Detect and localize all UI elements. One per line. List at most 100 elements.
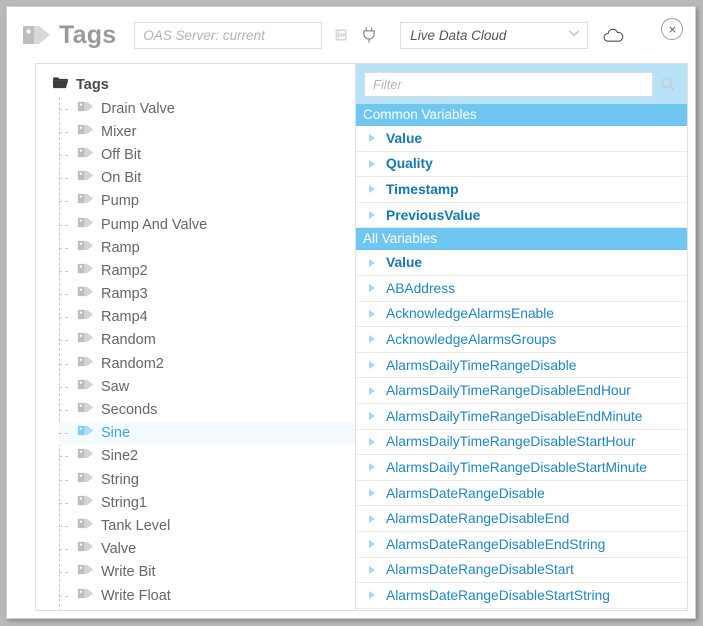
data-source-selected-label: Live Data Cloud <box>410 27 507 43</box>
tree-item[interactable]: Random <box>59 329 355 352</box>
page-title: Tags <box>59 20 117 49</box>
server-icon[interactable] <box>328 21 354 49</box>
tree-root-node[interactable]: Tags <box>36 73 355 97</box>
variable-label: AlarmsDailyTimeRangeDisableStartMinute <box>386 459 647 475</box>
variable-label: AlarmsDailyTimeRangeDisableEndHour <box>386 383 631 399</box>
tag-tree-panel[interactable]: Tags Drain Valve Mixer Off Bit On Bit Pump Pu… <box>35 63 355 611</box>
tree-item[interactable]: Ramp <box>59 236 355 259</box>
tree-item[interactable]: Off Bit <box>59 143 355 166</box>
tree-item[interactable]: Write Bit <box>59 561 355 584</box>
tag-icon <box>77 307 94 327</box>
tree-item-label: Off Bit <box>101 146 142 163</box>
tree-item[interactable]: Tank Level <box>59 514 355 537</box>
tree-item[interactable]: Mixer <box>59 120 355 143</box>
tree-item-label: Write Bit <box>101 564 156 581</box>
plug-icon[interactable] <box>356 21 382 49</box>
tree-item-label: Pump <box>101 193 139 210</box>
tree-item[interactable]: Drain Valve <box>59 97 355 120</box>
tree-item-label: Ramp <box>101 239 140 256</box>
variable-row[interactable]: PreviousValue <box>356 203 687 229</box>
tree-item-label: Pump And Valve <box>101 216 208 233</box>
tag-icon <box>77 562 94 582</box>
variable-label: Timestamp <box>386 181 459 197</box>
tree-item[interactable]: String1 <box>59 491 355 514</box>
expand-triangle-icon[interactable] <box>369 489 375 498</box>
variable-row[interactable]: AlarmsDateRangeDisableStart <box>356 558 687 584</box>
variable-row[interactable]: ABAddress <box>356 276 687 302</box>
tag-icon <box>77 145 94 165</box>
variable-row[interactable]: AcknowledgeAlarmsGroups <box>356 327 687 353</box>
expand-triangle-icon[interactable] <box>369 540 375 549</box>
variable-row[interactable]: Value <box>356 250 687 276</box>
tree-item-label: On Bit <box>101 170 142 187</box>
tree-item[interactable]: Ramp2 <box>59 259 355 282</box>
variable-row[interactable]: Timestamp <box>356 177 687 203</box>
variable-row[interactable]: AlarmsDateRangeDisableStartString <box>356 583 687 609</box>
variable-label: AlarmsDailyTimeRangeDisableEndMinute <box>386 408 643 424</box>
variable-row[interactable]: AlarmsDailyTimeRangeDisableStartHour <box>356 430 687 456</box>
tree-item[interactable]: Saw <box>59 375 355 398</box>
tree-item[interactable]: Pump And Valve <box>59 213 355 236</box>
data-source-select[interactable]: Live Data Cloud <box>400 21 589 49</box>
tree-item-label: Seconds <box>101 402 158 419</box>
expand-triangle-icon[interactable] <box>369 134 375 143</box>
variable-row[interactable]: AlarmsDateRangeDisableEndString <box>356 532 687 558</box>
tree-item[interactable]: Ramp4 <box>59 306 355 329</box>
variable-row[interactable]: AlarmsDateRangeDisableEnd <box>356 506 687 532</box>
cloud-icon[interactable] <box>600 21 626 49</box>
variable-label: AlarmsDateRangeDisable <box>386 485 545 501</box>
tree-item-label: Valve <box>101 541 137 558</box>
tag-icon <box>77 493 94 513</box>
tag-icon <box>77 354 94 374</box>
tree-root-label: Tags <box>76 77 109 93</box>
filter-input[interactable] <box>364 71 653 97</box>
tree-item[interactable]: On Bit <box>59 167 355 190</box>
variables-panel: Common Variables Value Quality Timestamp Pre… <box>355 63 688 611</box>
variable-row[interactable]: AlarmsDateRangeDisable <box>356 481 687 507</box>
variable-label: Value <box>386 130 423 146</box>
tag-icon <box>77 423 94 443</box>
expand-triangle-icon[interactable] <box>369 309 375 318</box>
variable-row[interactable]: AlarmsDailyTimeRangeDisableStartMinute <box>356 455 687 481</box>
tree-item[interactable]: Ramp3 <box>59 283 355 306</box>
expand-triangle-icon[interactable] <box>369 386 375 395</box>
expand-triangle-icon[interactable] <box>369 361 375 370</box>
expand-triangle-icon[interactable] <box>369 412 375 421</box>
tree-item[interactable]: Write Float <box>59 584 355 607</box>
expand-triangle-icon[interactable] <box>369 284 375 293</box>
tree-item[interactable]: Seconds <box>59 398 355 421</box>
tree-item-label: Sine2 <box>101 448 139 465</box>
tree-item-label: Ramp3 <box>101 286 148 303</box>
tree-item[interactable]: Sine2 <box>59 445 355 468</box>
tree-item[interactable]: Valve <box>59 538 355 561</box>
tree-item[interactable]: Write OPC Output <box>59 607 355 610</box>
variable-row[interactable]: Quality <box>356 152 687 178</box>
expand-triangle-icon[interactable] <box>369 591 375 600</box>
expand-triangle-icon[interactable] <box>369 335 375 344</box>
variable-row[interactable]: AlarmsDailyTimeRangeDisableEndHour <box>356 378 687 404</box>
expand-triangle-icon[interactable] <box>369 211 375 220</box>
tree-item[interactable]: Sine <box>59 421 355 445</box>
variable-row[interactable]: AcknowledgeAlarmsEnable <box>356 302 687 328</box>
expand-triangle-icon[interactable] <box>369 463 375 472</box>
variable-row[interactable]: AlarmsDailyTimeRangeDisable <box>356 353 687 379</box>
expand-triangle-icon[interactable] <box>369 159 375 168</box>
expand-triangle-icon[interactable] <box>369 437 375 446</box>
tree-item-label: Mixer <box>101 123 137 140</box>
tree-item[interactable]: Pump <box>59 190 355 213</box>
close-button[interactable] <box>661 18 683 40</box>
expand-triangle-icon[interactable] <box>369 185 375 194</box>
search-icon[interactable] <box>653 71 683 97</box>
expand-triangle-icon[interactable] <box>369 258 375 267</box>
tree-item[interactable]: String <box>59 468 355 491</box>
variable-row[interactable]: AlarmsDailyTimeRangeDisableEndMinute <box>356 404 687 430</box>
variables-list[interactable]: Common Variables Value Quality Timestamp Pre… <box>356 104 687 610</box>
variable-label: AlarmsDateRangeDisableEndString <box>386 536 606 552</box>
variable-label: AlarmsDateRangeDisableStartString <box>386 587 610 603</box>
expand-triangle-icon[interactable] <box>369 514 375 523</box>
tag-icon <box>21 22 51 48</box>
tree-item[interactable]: Random2 <box>59 352 355 375</box>
variable-row[interactable]: Value <box>356 126 687 152</box>
oas-server-input[interactable] <box>134 21 323 49</box>
expand-triangle-icon[interactable] <box>369 565 375 574</box>
